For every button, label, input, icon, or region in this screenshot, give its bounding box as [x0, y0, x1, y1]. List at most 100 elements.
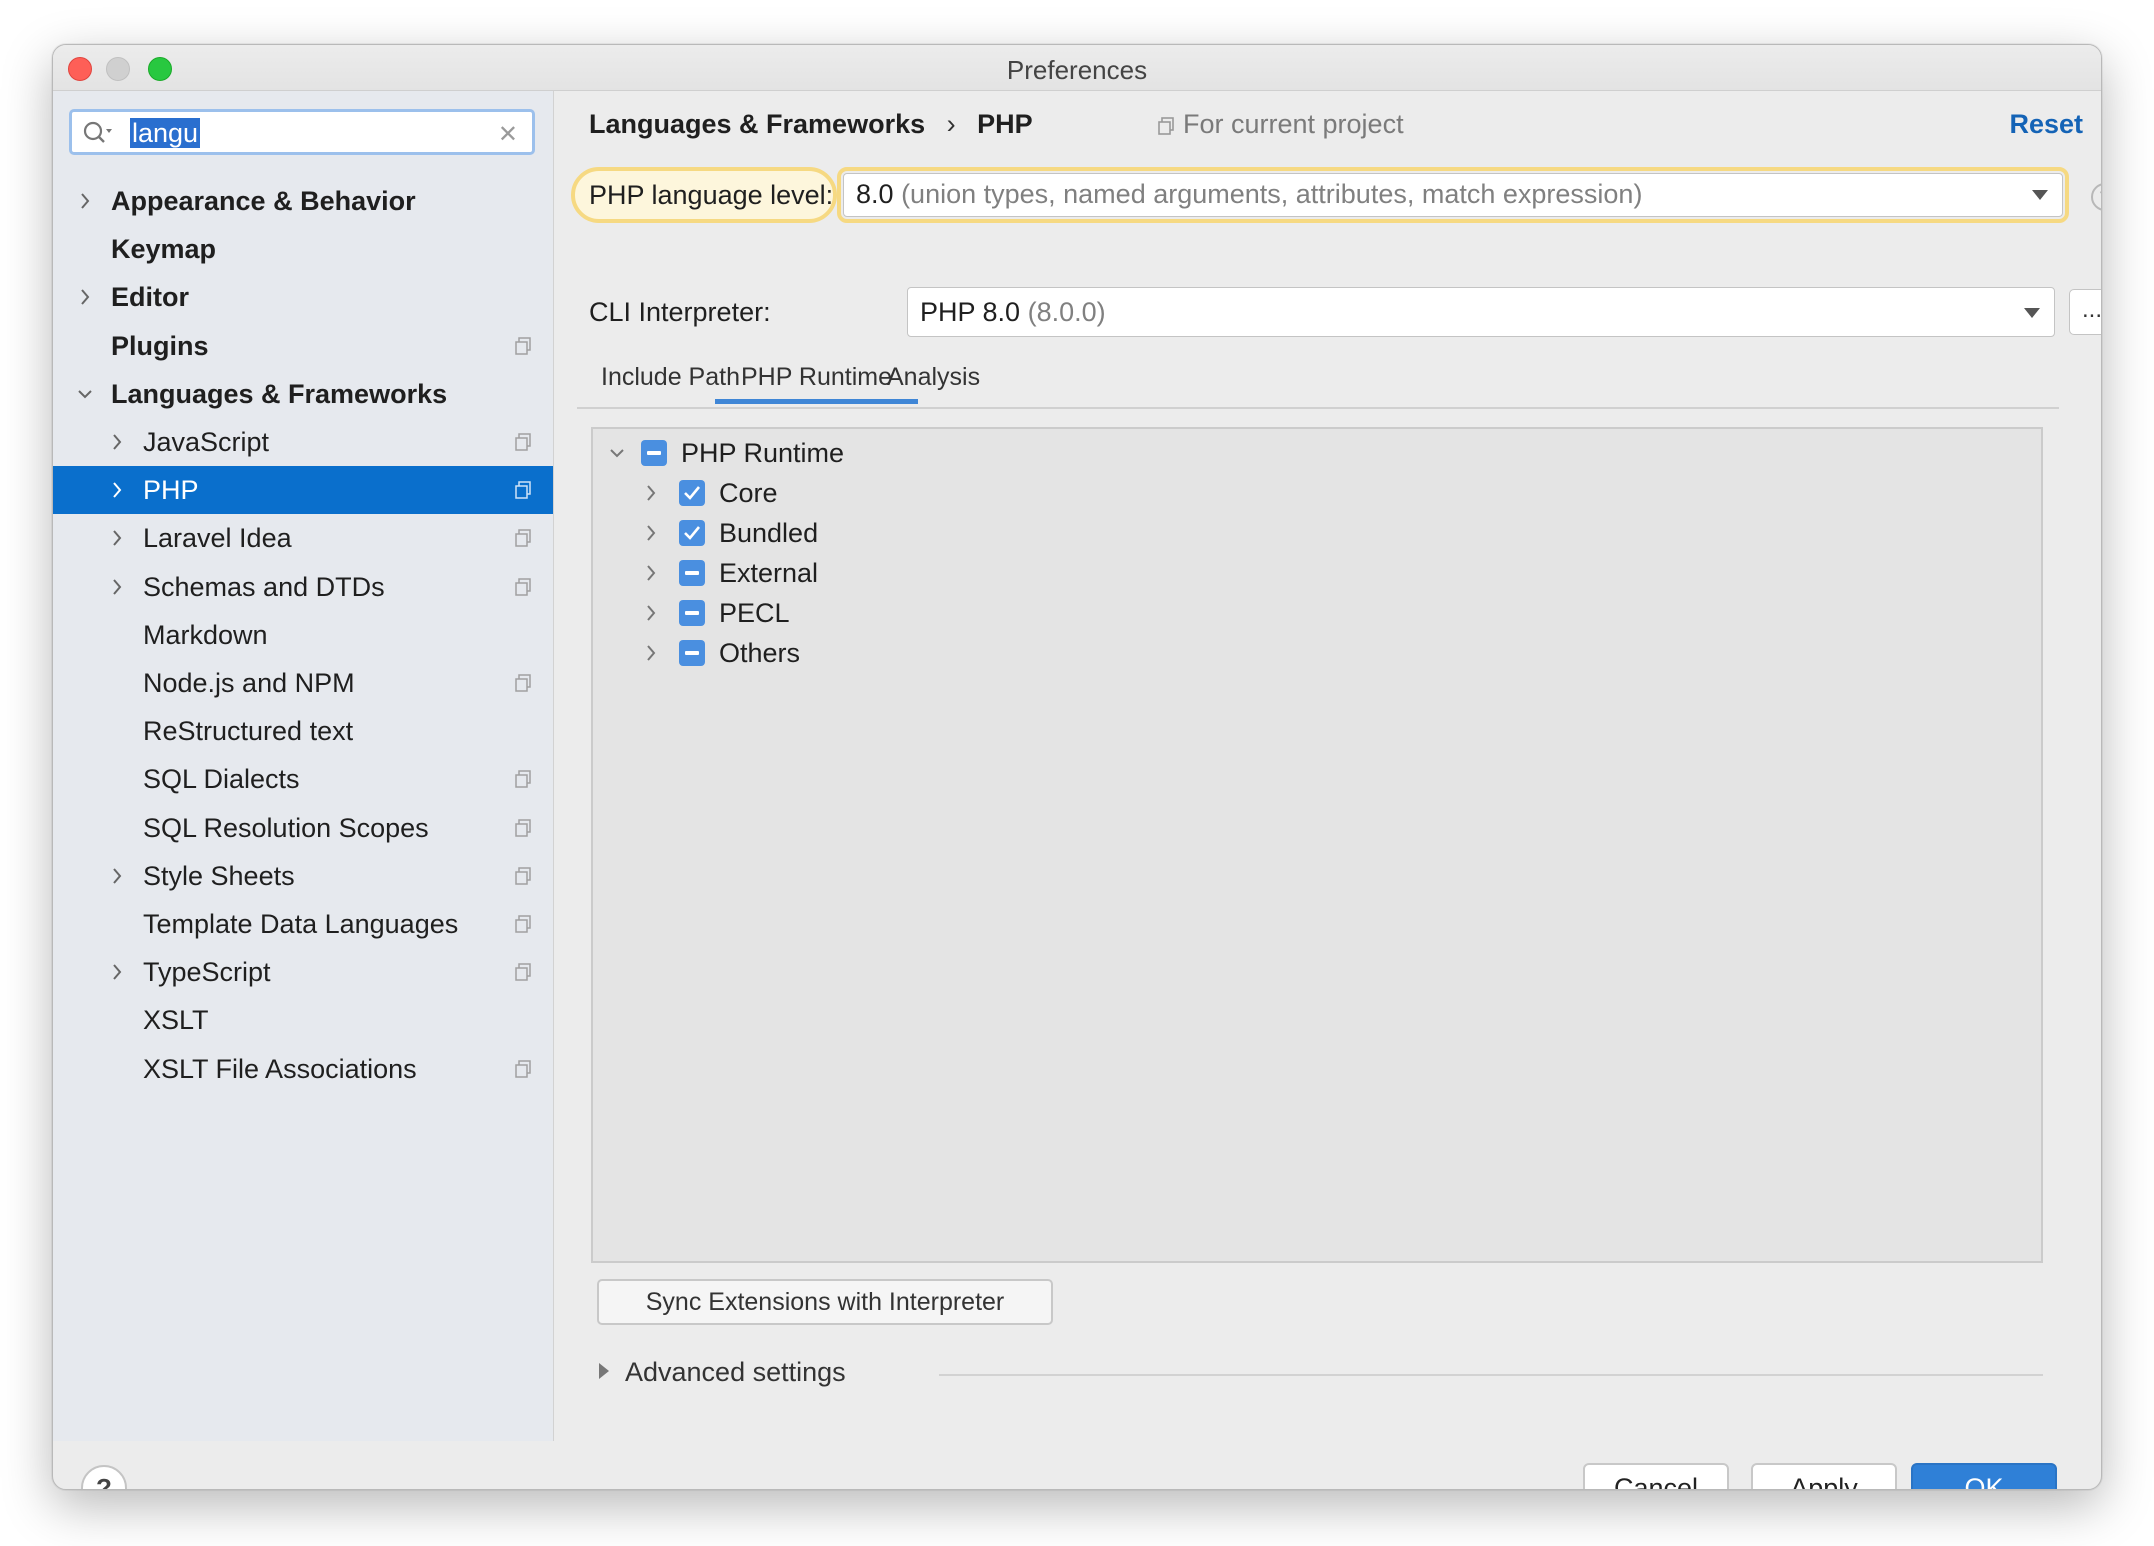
chevron-right-icon[interactable]	[643, 563, 659, 583]
help-button[interactable]: ?	[81, 1465, 127, 1489]
language-level-label-highlight: PHP language level:	[571, 167, 837, 223]
tab-include-path[interactable]: Include Path	[601, 363, 740, 392]
advanced-settings-divider	[939, 1374, 2043, 1376]
project-scope-icon	[515, 674, 531, 692]
clear-search-icon[interactable]: ✕	[498, 120, 518, 149]
language-level-highlight: 8.0 (union types, named arguments, attri…	[837, 167, 2069, 223]
sidebar-item-xslt[interactable]: XSLT	[53, 996, 553, 1044]
project-scope-icon	[515, 963, 531, 981]
chevron-right-icon[interactable]	[109, 528, 125, 548]
runtime-item-checkbox[interactable]	[679, 480, 705, 506]
sidebar-item-sql-resolution-scopes[interactable]: SQL Resolution Scopes	[53, 804, 553, 852]
sidebar-item-label: JavaScript	[143, 427, 270, 457]
language-level-description: (union types, named arguments, attribute…	[901, 179, 1643, 209]
language-level-label: PHP language level:	[589, 180, 834, 210]
sidebar-item-template-data-languages[interactable]: Template Data Languages	[53, 900, 553, 948]
project-scope-icon	[515, 336, 531, 355]
search-input[interactable]: langu ✕	[69, 109, 535, 155]
cli-interpreter-browse-button[interactable]: ...	[2069, 289, 2101, 335]
language-level-value: 8.0	[856, 179, 894, 209]
runtime-item-core[interactable]: Core	[593, 473, 2033, 513]
sidebar-item-restructured-text[interactable]: ReStructured text	[53, 707, 553, 755]
sync-extensions-button[interactable]: Sync Extensions with Interpreter	[597, 1279, 1053, 1325]
sidebar-item-typescript[interactable]: TypeScript	[53, 948, 553, 996]
runtime-item-label: Core	[719, 478, 778, 508]
cli-interpreter-version: (8.0.0)	[1027, 297, 1106, 327]
cli-interpreter-select[interactable]: PHP 8.0 (8.0.0)	[907, 287, 2055, 337]
sidebar-item-style-sheets[interactable]: Style Sheets	[53, 852, 553, 900]
sidebar-item-markdown[interactable]: Markdown	[53, 611, 553, 659]
sidebar-item-javascript[interactable]: JavaScript	[53, 418, 553, 466]
tab-analysis[interactable]: Analysis	[887, 363, 980, 392]
runtime-item-label: Bundled	[719, 518, 819, 548]
language-level-help-icon[interactable]: ?	[2091, 183, 2101, 211]
project-scope-icon	[515, 818, 531, 837]
cancel-button[interactable]: Cancel	[1583, 1463, 1729, 1489]
sidebar-item-label: ReStructured text	[143, 716, 354, 747]
runtime-item-checkbox[interactable]	[679, 560, 705, 586]
sidebar-item-plugins[interactable]: Plugins	[53, 322, 553, 370]
reset-link[interactable]: Reset	[2009, 109, 2083, 140]
sidebar-item-appearance-behavior[interactable]: Appearance & Behavior	[53, 177, 553, 225]
runtime-root-checkbox[interactable]	[641, 440, 667, 466]
breadcrumb-languages-frameworks[interactable]: Languages & Frameworks	[589, 109, 925, 139]
chevron-right-icon[interactable]	[109, 432, 125, 452]
breadcrumb-php: PHP	[977, 109, 1033, 139]
sidebar-item-label: Style Sheets	[143, 860, 295, 891]
sidebar-item-languages-frameworks[interactable]: Languages & Frameworks	[53, 370, 553, 418]
chevron-down-icon[interactable]	[609, 443, 625, 463]
language-level-select[interactable]: 8.0 (union types, named arguments, attri…	[843, 173, 2063, 217]
search-value: langu	[130, 118, 201, 148]
sidebar-item-label: Laravel Idea	[143, 523, 292, 554]
sidebar-item-label: Plugins	[111, 330, 209, 361]
runtime-item-bundled[interactable]: Bundled	[593, 513, 2033, 553]
runtime-item-others[interactable]: Others	[593, 633, 2033, 673]
advanced-settings-label: Advanced settings	[625, 1357, 846, 1387]
scope-indicator: For current project	[1157, 109, 1404, 140]
preferences-window: Preferences langu ✕ Appearance & Behavio…	[52, 44, 2102, 1490]
sidebar-item-sql-dialects[interactable]: SQL Dialects	[53, 755, 553, 803]
advanced-settings-toggle[interactable]: Advanced settings	[599, 1357, 846, 1388]
sidebar-item-editor[interactable]: Editor	[53, 273, 553, 321]
sidebar-item-xslt-file-associations[interactable]: XSLT File Associations	[53, 1045, 553, 1093]
ok-button[interactable]: OK	[1911, 1463, 2057, 1489]
runtime-item-label: Others	[719, 638, 801, 668]
php-runtime-tree: PHP Runtime Core Bundled External PECL Other…	[591, 427, 2043, 1263]
sidebar-item-schemas-and-dtds[interactable]: Schemas and DTDs	[53, 563, 553, 611]
apply-button[interactable]: Apply	[1751, 1463, 1897, 1489]
scope-label: For current project	[1183, 109, 1404, 139]
chevron-right-icon[interactable]	[643, 603, 659, 623]
chevron-right-icon[interactable]	[643, 643, 659, 663]
chevron-right-icon[interactable]	[77, 287, 93, 307]
sidebar-item-label: XSLT	[143, 1005, 209, 1036]
chevron-down-icon[interactable]	[77, 384, 93, 404]
chevron-right-icon[interactable]	[109, 866, 125, 886]
chevron-right-icon[interactable]	[643, 523, 659, 543]
chevron-right-icon[interactable]	[109, 962, 125, 982]
sidebar-item-keymap[interactable]: Keymap	[53, 225, 553, 273]
sidebar-item-node-js-and-npm[interactable]: Node.js and NPM	[53, 659, 553, 707]
runtime-item-label: External	[719, 558, 819, 588]
tab-php-runtime[interactable]: PHP Runtime	[715, 363, 918, 404]
php-tabs: Include Path PHP Runtime Analysis	[577, 359, 2059, 409]
sidebar-item-laravel-idea[interactable]: Laravel Idea	[53, 514, 553, 562]
runtime-item-pecl[interactable]: PECL	[593, 593, 2033, 633]
sidebar-item-label: SQL Dialects	[143, 764, 300, 795]
project-scope-icon	[515, 915, 531, 933]
runtime-item-checkbox[interactable]	[679, 600, 705, 626]
sidebar-item-label: PHP	[143, 475, 199, 506]
sidebar-item-php[interactable]: PHP	[53, 466, 553, 515]
runtime-item-checkbox[interactable]	[679, 520, 705, 546]
runtime-root-row[interactable]: PHP Runtime	[593, 433, 2033, 473]
runtime-root-label: PHP Runtime	[681, 438, 845, 468]
project-scope-icon	[515, 1059, 531, 1078]
chevron-right-icon[interactable]	[643, 483, 659, 503]
runtime-item-checkbox[interactable]	[679, 640, 705, 666]
chevron-right-icon[interactable]	[109, 577, 125, 597]
sidebar-item-label: Schemas and DTDs	[143, 571, 385, 602]
sidebar-item-label: Markdown	[143, 619, 268, 650]
project-scope-icon	[515, 481, 531, 499]
runtime-item-external[interactable]: External	[593, 553, 2033, 593]
chevron-right-icon[interactable]	[109, 480, 125, 500]
chevron-right-icon[interactable]	[77, 191, 93, 211]
